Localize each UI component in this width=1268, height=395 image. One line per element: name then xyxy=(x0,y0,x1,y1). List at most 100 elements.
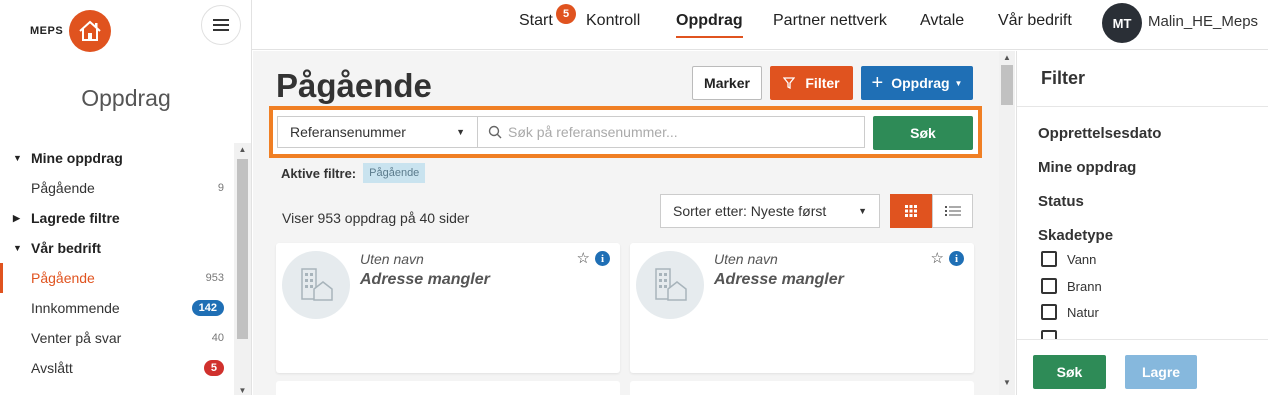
sidebar-item-venter-pa-svar[interactable]: Venter på svar 40 xyxy=(0,323,234,353)
main-content: Pågående Marker Filter + Oppdrag ▼ Refer… xyxy=(253,51,999,395)
sidebar-item-bedrift-pagaende[interactable]: Pågående 953 xyxy=(0,263,234,293)
card-address: Adresse mangler xyxy=(714,271,844,288)
filter-panel-footer: Søk Lagre xyxy=(1017,339,1268,395)
grid-icon xyxy=(905,205,917,217)
card-address: Adresse mangler xyxy=(360,271,490,288)
oppdrag-card[interactable]: Uten navn Adresse mangler ☆ i xyxy=(630,243,974,373)
sidebar-item-count: 40 xyxy=(211,332,224,344)
topnav-kontroll[interactable]: Kontroll xyxy=(586,12,640,30)
sort-value: Sorter etter: Nyeste først xyxy=(673,203,827,219)
filter-save-button[interactable]: Lagre xyxy=(1125,355,1197,389)
topnav-oppdrag[interactable]: Oppdrag xyxy=(676,12,743,38)
sidebar-item-innkommende[interactable]: Innkommende 142 xyxy=(0,293,234,323)
scroll-up-arrow-icon[interactable]: ▲ xyxy=(999,53,1015,62)
info-icon[interactable]: i xyxy=(595,251,610,266)
search-placeholder: Søk på referansenummer... xyxy=(508,124,678,140)
search-bar: Referansenummer ▼ Søk på referansenummer… xyxy=(269,106,982,158)
filter-panel-title: Filter xyxy=(1041,68,1086,88)
search-type-select[interactable]: Referansenummer ▼ xyxy=(277,116,477,148)
building-placeholder-icon xyxy=(282,251,350,319)
checkbox[interactable] xyxy=(1041,278,1057,294)
oppdrag-card[interactable] xyxy=(630,381,974,395)
topnav-avtale[interactable]: Avtale xyxy=(920,12,964,30)
star-icon[interactable]: ☆ xyxy=(577,249,590,267)
card-name: Uten navn xyxy=(360,251,424,267)
sidebar-item-label: Pågående xyxy=(31,180,95,196)
checkbox-label: Vann xyxy=(1067,251,1097,267)
active-filter-tag[interactable]: Pågående xyxy=(363,163,426,183)
sidebar-item-avslatt[interactable]: Avslått 5 xyxy=(0,353,234,383)
page-title: Pågående xyxy=(276,67,432,104)
sidebar-item-count-badge: 5 xyxy=(203,360,224,376)
sidebar-item-count-badge: 142 xyxy=(191,300,224,316)
filter-section-skadetype: Skadetype xyxy=(1038,227,1114,244)
filter-section-status[interactable]: Status xyxy=(1038,193,1084,210)
info-icon[interactable]: i xyxy=(949,251,964,266)
checkbox-label: Brann xyxy=(1067,278,1102,294)
checkbox-label: Natur xyxy=(1067,304,1099,320)
search-type-value: Referansenummer xyxy=(290,124,406,140)
nav-group-lagrede-filtre[interactable]: ▶ Lagrede filtre xyxy=(0,203,234,233)
filter-section-mine-oppdrag[interactable]: Mine oppdrag xyxy=(1038,159,1136,176)
sidebar-title: Oppdrag xyxy=(81,85,171,111)
nav-group-var-bedrift[interactable]: ▼ Vår bedrift xyxy=(0,233,234,263)
username[interactable]: Malin_HE_Meps xyxy=(1148,13,1258,30)
sidebar-scrollbar[interactable]: ▲ ▼ xyxy=(234,143,251,395)
sidebar-nav: ▼ Mine oppdrag Pågående 9 ▶ Lagrede filt… xyxy=(0,143,234,383)
filter-button[interactable]: Filter xyxy=(770,66,853,100)
topnav-start[interactable]: Start xyxy=(519,12,553,30)
skadetype-natur-checkbox[interactable]: Natur xyxy=(1041,304,1099,320)
list-icon xyxy=(944,206,961,216)
list-view-button[interactable] xyxy=(932,194,973,228)
search-input[interactable]: Søk på referansenummer... xyxy=(477,116,865,148)
user-avatar[interactable]: MT xyxy=(1102,3,1142,43)
caret-down-icon: ▼ xyxy=(954,78,963,88)
oppdrag-card[interactable] xyxy=(276,381,620,395)
sidebar: MEPS Oppdrag ▼ Mine oppdrag Pågående 9 ▶… xyxy=(0,0,252,395)
logo-text: MEPS xyxy=(30,25,64,37)
scrollbar-thumb[interactable] xyxy=(237,159,248,339)
scroll-down-arrow-icon[interactable]: ▼ xyxy=(999,378,1015,387)
filter-panel: Filter Opprettelsesdato Mine oppdrag Sta… xyxy=(1016,51,1268,395)
new-oppdrag-label: Oppdrag xyxy=(891,75,950,91)
divider xyxy=(1017,106,1268,107)
caret-down-icon: ▼ xyxy=(456,127,465,137)
filter-button-label: Filter xyxy=(805,75,840,91)
skadetype-vann-checkbox[interactable]: Vann xyxy=(1041,251,1096,267)
grid-view-button[interactable] xyxy=(890,194,932,228)
nav-group-label: Lagrede filtre xyxy=(31,210,120,226)
sort-select[interactable]: Sorter etter: Nyeste først ▼ xyxy=(660,194,880,228)
checkbox[interactable] xyxy=(1041,304,1057,320)
star-icon[interactable]: ☆ xyxy=(931,249,944,267)
caret-right-icon: ▶ xyxy=(13,212,20,223)
scrollbar-thumb[interactable] xyxy=(1001,65,1013,105)
sidebar-item-label: Innkommende xyxy=(31,300,120,316)
scroll-up-arrow-icon[interactable]: ▲ xyxy=(234,145,251,154)
filter-search-button[interactable]: Søk xyxy=(1033,355,1106,389)
caret-down-icon: ▼ xyxy=(13,153,22,163)
topnav-var-bedrift[interactable]: Vår bedrift xyxy=(998,12,1072,30)
marker-button[interactable]: Marker xyxy=(692,66,762,100)
sidebar-item-label: Pågående xyxy=(31,270,95,286)
main-scrollbar[interactable]: ▲ ▼ xyxy=(999,51,1015,395)
meps-logo[interactable]: MEPS xyxy=(30,10,112,52)
checkbox[interactable] xyxy=(1041,251,1057,267)
menu-toggle-button[interactable] xyxy=(201,5,241,45)
filter-section-opprettelsesdato[interactable]: Opprettelsesdato xyxy=(1038,125,1161,142)
sidebar-item-count: 9 xyxy=(217,182,224,194)
search-button[interactable]: Søk xyxy=(873,116,973,150)
filter-funnel-icon xyxy=(783,77,796,89)
search-icon xyxy=(488,125,502,139)
topnav-partner-nettverk[interactable]: Partner nettverk xyxy=(773,12,887,30)
card-name: Uten navn xyxy=(714,251,778,267)
skadetype-brann-checkbox[interactable]: Brann xyxy=(1041,278,1102,294)
hamburger-icon xyxy=(213,19,229,21)
start-notification-badge: 5 xyxy=(556,4,576,24)
scroll-down-arrow-icon[interactable]: ▼ xyxy=(234,386,251,395)
nav-group-mine-oppdrag[interactable]: ▼ Mine oppdrag xyxy=(0,143,234,173)
sidebar-item-mine-pagaende[interactable]: Pågående 9 xyxy=(0,173,234,203)
new-oppdrag-button[interactable]: + Oppdrag ▼ xyxy=(861,66,973,100)
top-navigation: Start 5 Kontroll Oppdrag Partner nettver… xyxy=(252,0,1268,50)
oppdrag-card[interactable]: Uten navn Adresse mangler ☆ i xyxy=(276,243,620,373)
house-logo-icon xyxy=(69,10,112,52)
